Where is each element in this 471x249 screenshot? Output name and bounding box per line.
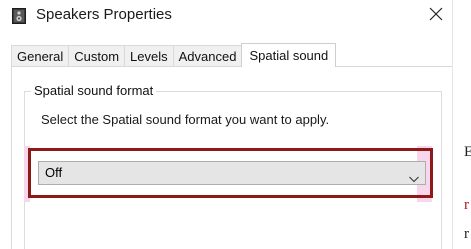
tab-general[interactable]: General [11,45,70,66]
speaker-icon [12,8,26,24]
edge-text-fragment: r [464,226,469,242]
edge-text-fragment: r [464,197,469,213]
title-bar: Speakers Properties [0,0,452,32]
tab-levels[interactable]: Levels [124,45,174,66]
close-icon [429,7,443,26]
dropdown-selected-value: Off [45,165,63,180]
speakers-properties-dialog: Speakers Properties General Custom Level… [0,0,452,249]
window-title: Speakers Properties [36,6,172,23]
tab-spatial-sound[interactable]: Spatial sound [241,43,337,67]
background-window-edge: E r r [452,0,471,249]
group-label: Spatial sound format [31,83,157,98]
instruction-text: Select the Spatial sound format you want… [41,112,330,127]
close-button[interactable] [422,2,450,30]
tab-strip: General Custom Levels Advanced Spatial s… [11,43,337,67]
edge-text-fragment: E [464,144,471,160]
spatial-sound-format-dropdown[interactable]: Off [38,161,426,185]
chevron-down-icon [409,170,419,183]
tab-advanced[interactable]: Advanced [172,45,243,66]
tab-custom[interactable]: Custom [68,45,126,66]
